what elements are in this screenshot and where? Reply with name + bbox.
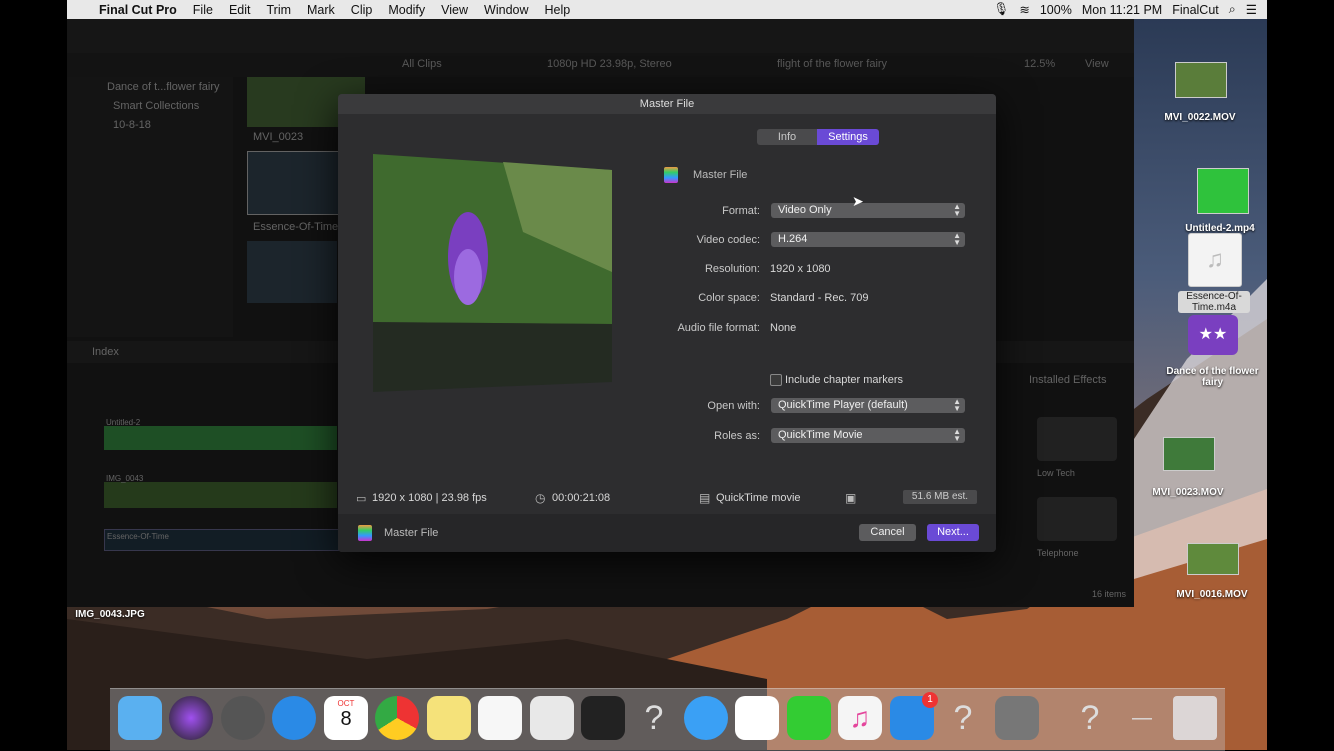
facetime-icon[interactable] bbox=[787, 696, 831, 740]
app-menu[interactable]: Final Cut Pro bbox=[99, 3, 177, 17]
question-mark-icon[interactable]: ? bbox=[632, 696, 676, 740]
notes-icon[interactable] bbox=[427, 696, 471, 740]
wifi-icon[interactable]: ≋ bbox=[1019, 2, 1029, 17]
popup-arrows-icon: ▲ ▼ bbox=[953, 397, 961, 413]
format-label: Format: bbox=[722, 205, 760, 217]
resolution-value: 1920 x 1080 bbox=[770, 263, 831, 275]
chapter-markers-label[interactable]: Include chapter markers bbox=[785, 374, 903, 386]
messages-icon[interactable] bbox=[684, 696, 728, 740]
file-label-img-0043[interactable]: IMG_0043.JPG bbox=[60, 609, 160, 620]
notification-center-icon[interactable]: ☰ bbox=[1246, 2, 1257, 17]
preview-icon[interactable] bbox=[530, 696, 574, 740]
microphone-icon[interactable]: 🎙 bbox=[994, 2, 1010, 17]
menu-edit[interactable]: Edit bbox=[229, 3, 251, 17]
document-icon: ▤ bbox=[699, 491, 711, 505]
resolution-label: Resolution: bbox=[704, 263, 760, 275]
colorspace-value: Standard - Rec. 709 bbox=[770, 292, 869, 304]
system-preferences-icon[interactable] bbox=[995, 696, 1039, 740]
file-label-mvi-0022[interactable]: MVI_0022.MOV bbox=[1150, 112, 1250, 123]
codec-label: Video codec: bbox=[696, 234, 760, 246]
photos-icon[interactable] bbox=[735, 696, 779, 740]
file-label-mvi-0023[interactable]: MVI_0023.MOV bbox=[1138, 487, 1238, 498]
calendar-icon[interactable]: OCT 8 bbox=[324, 696, 368, 740]
launchpad-icon[interactable] bbox=[221, 696, 265, 740]
next-button[interactable]: Next... bbox=[927, 524, 979, 541]
menu-window[interactable]: Window bbox=[484, 3, 528, 17]
dialog-header: Master File bbox=[693, 169, 748, 181]
itunes-icon[interactable]: ♫ bbox=[838, 696, 882, 740]
clock[interactable]: Mon 11:21 PM bbox=[1082, 3, 1162, 17]
codec-popup[interactable]: H.264 ▲ ▼ bbox=[771, 232, 965, 247]
app-store-icon[interactable]: 1 bbox=[890, 692, 938, 740]
open-with-value: QuickTime Player (default) bbox=[778, 399, 908, 411]
downloads-stack-icon[interactable]: — bbox=[1120, 696, 1164, 740]
trash-icon[interactable] bbox=[1173, 696, 1217, 740]
file-label-essence-of-time[interactable]: Essence-Of-Time.m4a bbox=[1178, 291, 1250, 313]
battery-percent[interactable]: 100% bbox=[1040, 3, 1072, 17]
popup-arrows-icon: ▲ ▼ bbox=[953, 202, 961, 218]
tab-info[interactable]: Info bbox=[757, 129, 817, 145]
tab-settings[interactable]: Settings bbox=[817, 129, 879, 145]
format-popup[interactable]: Video Only ▲ ▼ bbox=[771, 203, 965, 218]
audio-format-label: Audio file format: bbox=[677, 322, 760, 334]
safari-icon[interactable] bbox=[272, 696, 316, 740]
search-icon[interactable]: ⌕ bbox=[1229, 2, 1236, 17]
untitled-2-thumbnail[interactable] bbox=[1197, 168, 1249, 214]
clock-icon: ◷ bbox=[535, 491, 546, 505]
roles-value: QuickTime Movie bbox=[778, 429, 863, 441]
menu-view[interactable]: View bbox=[441, 3, 468, 17]
open-with-label: Open with: bbox=[707, 400, 760, 412]
calendar-month: OCT bbox=[337, 699, 355, 708]
imovie-project-icon[interactable]: ★★ bbox=[1188, 315, 1238, 355]
question-mark-icon[interactable]: ? bbox=[1068, 696, 1112, 740]
mvi-0022-thumbnail[interactable] bbox=[1175, 62, 1227, 98]
open-with-popup[interactable]: QuickTime Player (default) ▲ ▼ bbox=[771, 398, 965, 413]
audio-format-value: None bbox=[770, 322, 797, 334]
display-icon: ▣ bbox=[845, 491, 857, 505]
frame-size-icon: ▭ bbox=[356, 493, 367, 505]
colorspace-label: Color space: bbox=[698, 292, 760, 304]
type-summary: QuickTime movie bbox=[716, 492, 801, 504]
cancel-button[interactable]: Cancel bbox=[859, 524, 916, 541]
mouse-cursor-icon: ➤ bbox=[852, 193, 864, 209]
popup-arrows-icon: ▲ ▼ bbox=[953, 427, 961, 443]
format-value: Video Only bbox=[778, 204, 832, 216]
video-preview-thumbnail bbox=[373, 154, 612, 392]
dimensions-summary: 1920 x 1080 | 23.98 fps bbox=[372, 492, 487, 504]
menu-bar: Final Cut Pro File Edit Trim Mark Clip M… bbox=[67, 0, 1267, 19]
size-estimate: 51.6 MB est. bbox=[903, 490, 977, 504]
popup-arrows-icon: ▲ ▼ bbox=[953, 231, 961, 247]
chapter-markers-checkbox[interactable] bbox=[770, 374, 782, 386]
menu-help[interactable]: Help bbox=[545, 3, 571, 17]
reminders-icon[interactable] bbox=[478, 696, 522, 740]
duration-summary: 00:00:21:08 bbox=[552, 492, 611, 504]
menu-trim[interactable]: Trim bbox=[266, 3, 291, 17]
roles-popup[interactable]: QuickTime Movie ▲ ▼ bbox=[771, 428, 965, 443]
calendar-day: 8 bbox=[340, 708, 352, 730]
menu-modify[interactable]: Modify bbox=[388, 3, 425, 17]
footer-label: Master File bbox=[384, 527, 439, 539]
dock: OCT 8 ? ♫ 1 ? ? — bbox=[110, 688, 1225, 751]
master-file-icon bbox=[664, 167, 678, 183]
user-name[interactable]: FinalCut bbox=[1172, 3, 1219, 17]
final-cut-pro-icon[interactable] bbox=[581, 696, 625, 740]
finder-icon[interactable] bbox=[118, 696, 162, 740]
file-label-dance-of-the-flower-fairy[interactable]: Dance of the flower fairy bbox=[1165, 366, 1260, 388]
music-file-icon[interactable]: ♫ bbox=[1188, 233, 1242, 287]
mvi-0023-thumbnail[interactable] bbox=[1163, 437, 1215, 471]
chrome-icon[interactable] bbox=[375, 696, 419, 740]
dialog-title: Master File bbox=[338, 94, 996, 114]
menu-clip[interactable]: Clip bbox=[351, 3, 373, 17]
codec-value: H.264 bbox=[778, 233, 808, 245]
menu-mark[interactable]: Mark bbox=[307, 3, 335, 17]
menu-file[interactable]: File bbox=[193, 3, 213, 17]
master-file-icon bbox=[358, 525, 372, 541]
siri-icon[interactable] bbox=[169, 696, 213, 740]
app-store-badge: 1 bbox=[922, 692, 938, 708]
file-label-mvi-0016[interactable]: MVI_0016.MOV bbox=[1162, 589, 1262, 600]
question-mark-icon[interactable]: ? bbox=[941, 696, 985, 740]
mvi-0016-thumbnail[interactable] bbox=[1187, 543, 1239, 575]
master-file-dialog: Master File Info Settings Master File Fo… bbox=[338, 94, 996, 552]
roles-label: Roles as: bbox=[714, 430, 760, 442]
